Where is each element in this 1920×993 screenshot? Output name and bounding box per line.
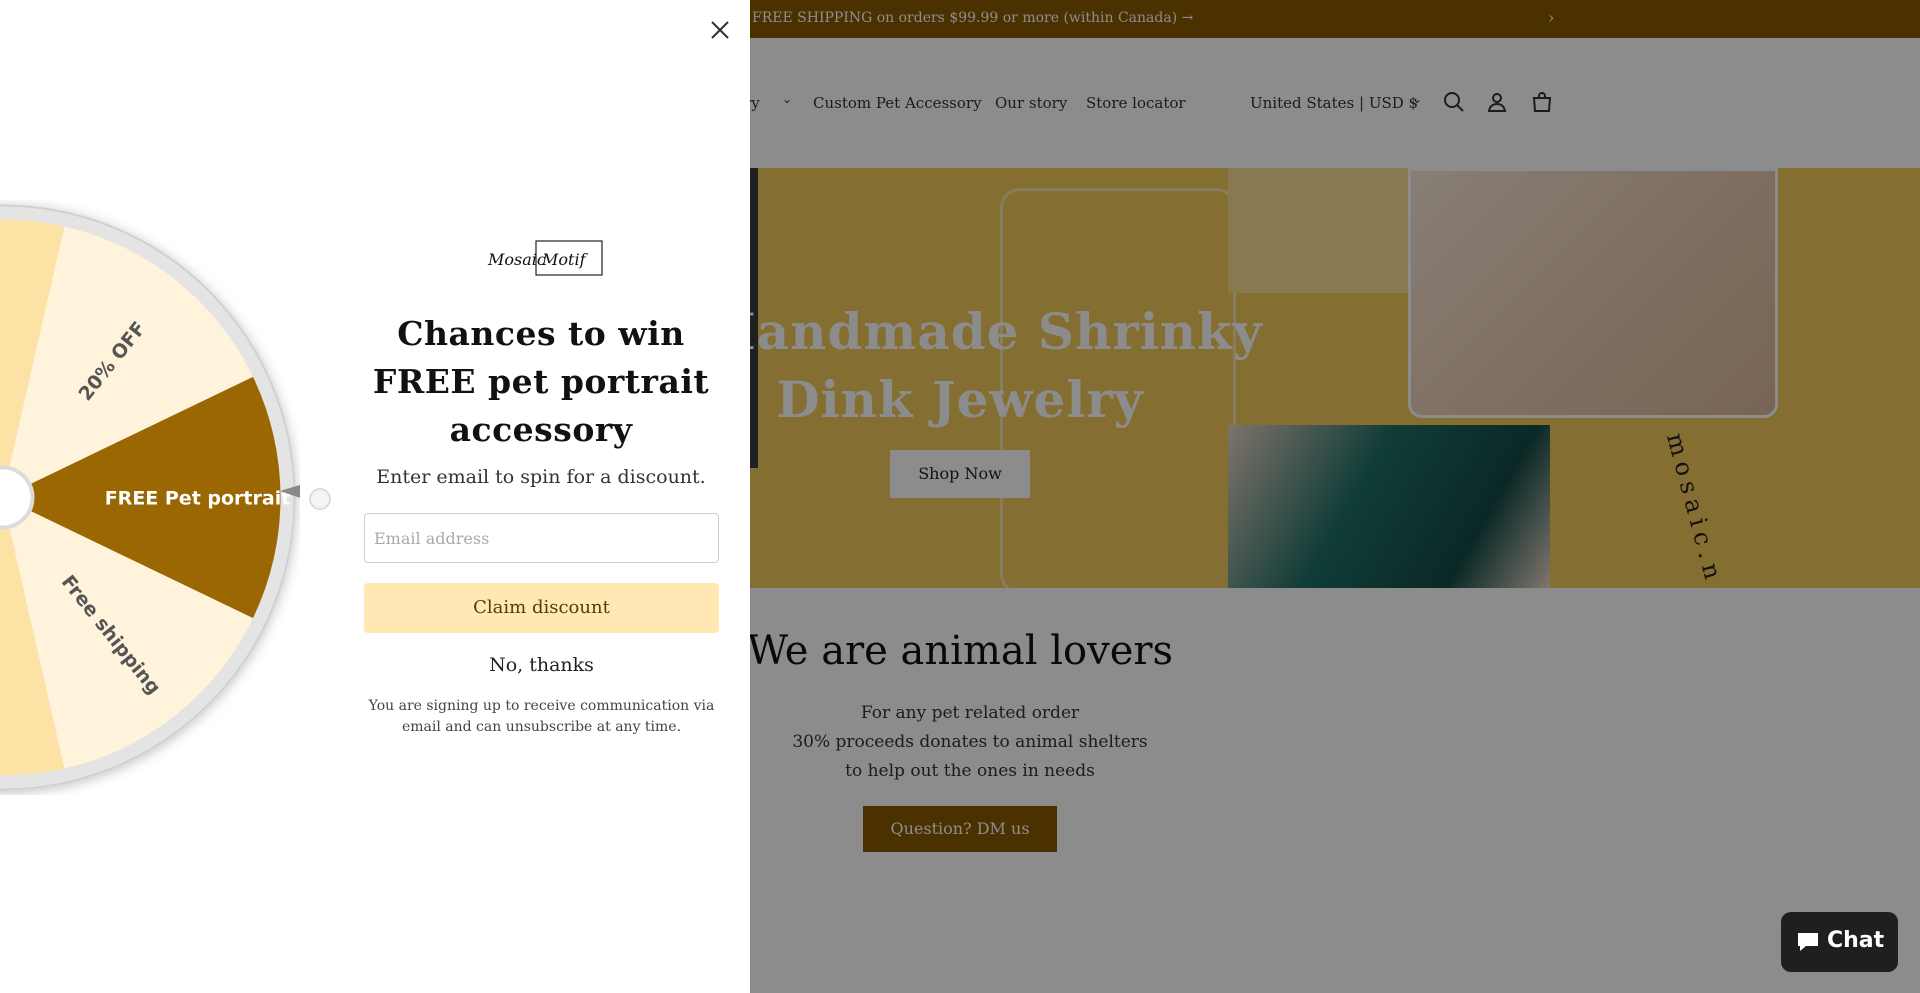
chat-bubble-icon — [1798, 933, 1818, 951]
chat-button[interactable]: Chat — [1781, 912, 1898, 972]
chat-label: Chat — [1827, 928, 1885, 953]
spin-wheel-popup: 5% OFF20% OFFFREE Pet portraitFree shipp… — [0, 0, 750, 993]
logo-text-right: Motif — [541, 250, 589, 269]
wheel-knob-icon — [309, 488, 331, 510]
wheel-segment-label: FREE Pet portrait — [105, 488, 291, 510]
popup-subtitle: Enter email to spin for a discount. — [376, 466, 706, 488]
legal-disclaimer: You are signing up to receive communicat… — [368, 698, 715, 735]
popup-title: Chances to win FREE pet portrait accesso… — [372, 314, 710, 449]
logo-text-left: Mosaic — [487, 250, 546, 269]
prize-wheel: 5% OFF20% OFFFREE Pet portraitFree shipp… — [0, 204, 300, 791]
brand-logo: Mosaic Motif — [486, 240, 604, 276]
close-icon[interactable] — [706, 16, 734, 44]
email-field[interactable] — [364, 513, 719, 563]
claim-discount-button[interactable]: Claim discount — [364, 583, 719, 633]
no-thanks-link[interactable]: No, thanks — [364, 654, 719, 676]
